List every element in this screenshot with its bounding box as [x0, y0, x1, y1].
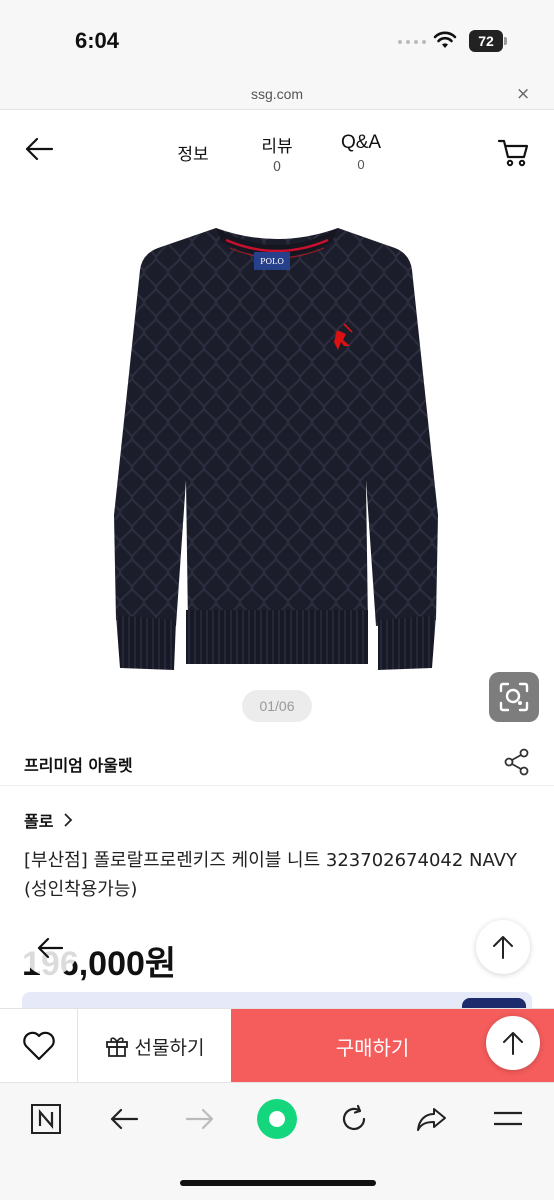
signal-dots-icon — [398, 40, 426, 44]
heart-icon — [22, 1031, 55, 1061]
tab-review[interactable]: 리뷰 0 — [254, 132, 300, 175]
share-page-button[interactable] — [410, 1099, 454, 1139]
qna-count: 0 — [357, 157, 365, 172]
scroll-top-button[interactable] — [476, 920, 530, 974]
browser-forward-button[interactable] — [178, 1099, 222, 1139]
arrow-right-icon — [185, 1108, 214, 1130]
battery-nub — [504, 37, 507, 45]
floating-back-button[interactable] — [22, 920, 78, 976]
hamburger-menu-icon — [494, 1111, 522, 1126]
chevron-right-icon — [64, 813, 73, 827]
url-bar[interactable]: ssg.com × — [0, 80, 554, 110]
gift-label: 선물하기 — [134, 1036, 205, 1059]
arrow-up-icon — [503, 1032, 523, 1055]
status-time: 6:04 — [75, 28, 120, 53]
tab-info[interactable]: 정보 — [172, 140, 214, 165]
wishlist-button[interactable] — [0, 1009, 78, 1083]
refresh-button[interactable] — [332, 1099, 376, 1139]
polo-label-text: POLO — [260, 257, 284, 266]
brand-name: 폴로 — [24, 812, 54, 831]
wifi-icon — [433, 31, 457, 48]
share-arrow-icon — [417, 1108, 446, 1131]
lens-search-icon — [499, 682, 529, 712]
gift-button[interactable]: 선물하기 — [78, 1009, 231, 1083]
back-arrow-icon[interactable] — [24, 136, 54, 162]
action-bar: 선물하기 구매하기 — [0, 1008, 554, 1083]
menu-button[interactable] — [486, 1099, 530, 1139]
share-icon[interactable] — [504, 748, 530, 776]
review-count: 0 — [272, 160, 282, 175]
product-title: [부산점] 폴로랄프로렌키즈 케이블 니트 323702674042 NAVY … — [24, 850, 517, 900]
battery-indicator: 72 — [469, 30, 503, 52]
product-header: 정보 리뷰 0 Q&A 0 — [0, 110, 554, 190]
refresh-icon — [342, 1104, 366, 1131]
home-indicator[interactable] — [180, 1180, 376, 1186]
close-icon[interactable]: × — [516, 84, 530, 104]
lens-search-button[interactable] — [489, 672, 539, 722]
browser-back-button[interactable] — [102, 1099, 146, 1139]
status-bar: 6:04 72 — [0, 0, 554, 80]
brand-link[interactable]: 폴로 — [24, 808, 73, 832]
green-dot-icon — [257, 1099, 297, 1139]
sweater-illustration: POLO — [114, 228, 438, 670]
tab-review-label: 리뷰 — [261, 137, 293, 157]
arrow-up-icon — [493, 936, 513, 959]
scroll-top-button-floating[interactable] — [486, 1016, 540, 1070]
tab-qna[interactable]: Q&A 0 — [336, 132, 386, 172]
image-counter: 01/06 — [242, 690, 312, 722]
arrow-left-icon — [110, 1108, 139, 1130]
product-image[interactable]: POLO — [0, 190, 554, 730]
buy-label: 구매하기 — [335, 1035, 410, 1060]
n-logo-icon — [31, 1104, 61, 1134]
naver-home-button[interactable] — [24, 1099, 68, 1139]
tab-info-label: 정보 — [177, 145, 209, 165]
store-name[interactable]: 프리미엄 아울렛 — [24, 752, 133, 776]
url-domain[interactable]: ssg.com — [0, 86, 554, 102]
store-row: 프리미엄 아울렛 — [0, 740, 554, 786]
back-arrow-icon — [37, 937, 64, 959]
cart-icon[interactable] — [497, 137, 529, 167]
gift-icon — [105, 1037, 128, 1057]
green-dot-button[interactable] — [255, 1099, 299, 1139]
tab-qna-label: Q&A — [340, 132, 382, 153]
